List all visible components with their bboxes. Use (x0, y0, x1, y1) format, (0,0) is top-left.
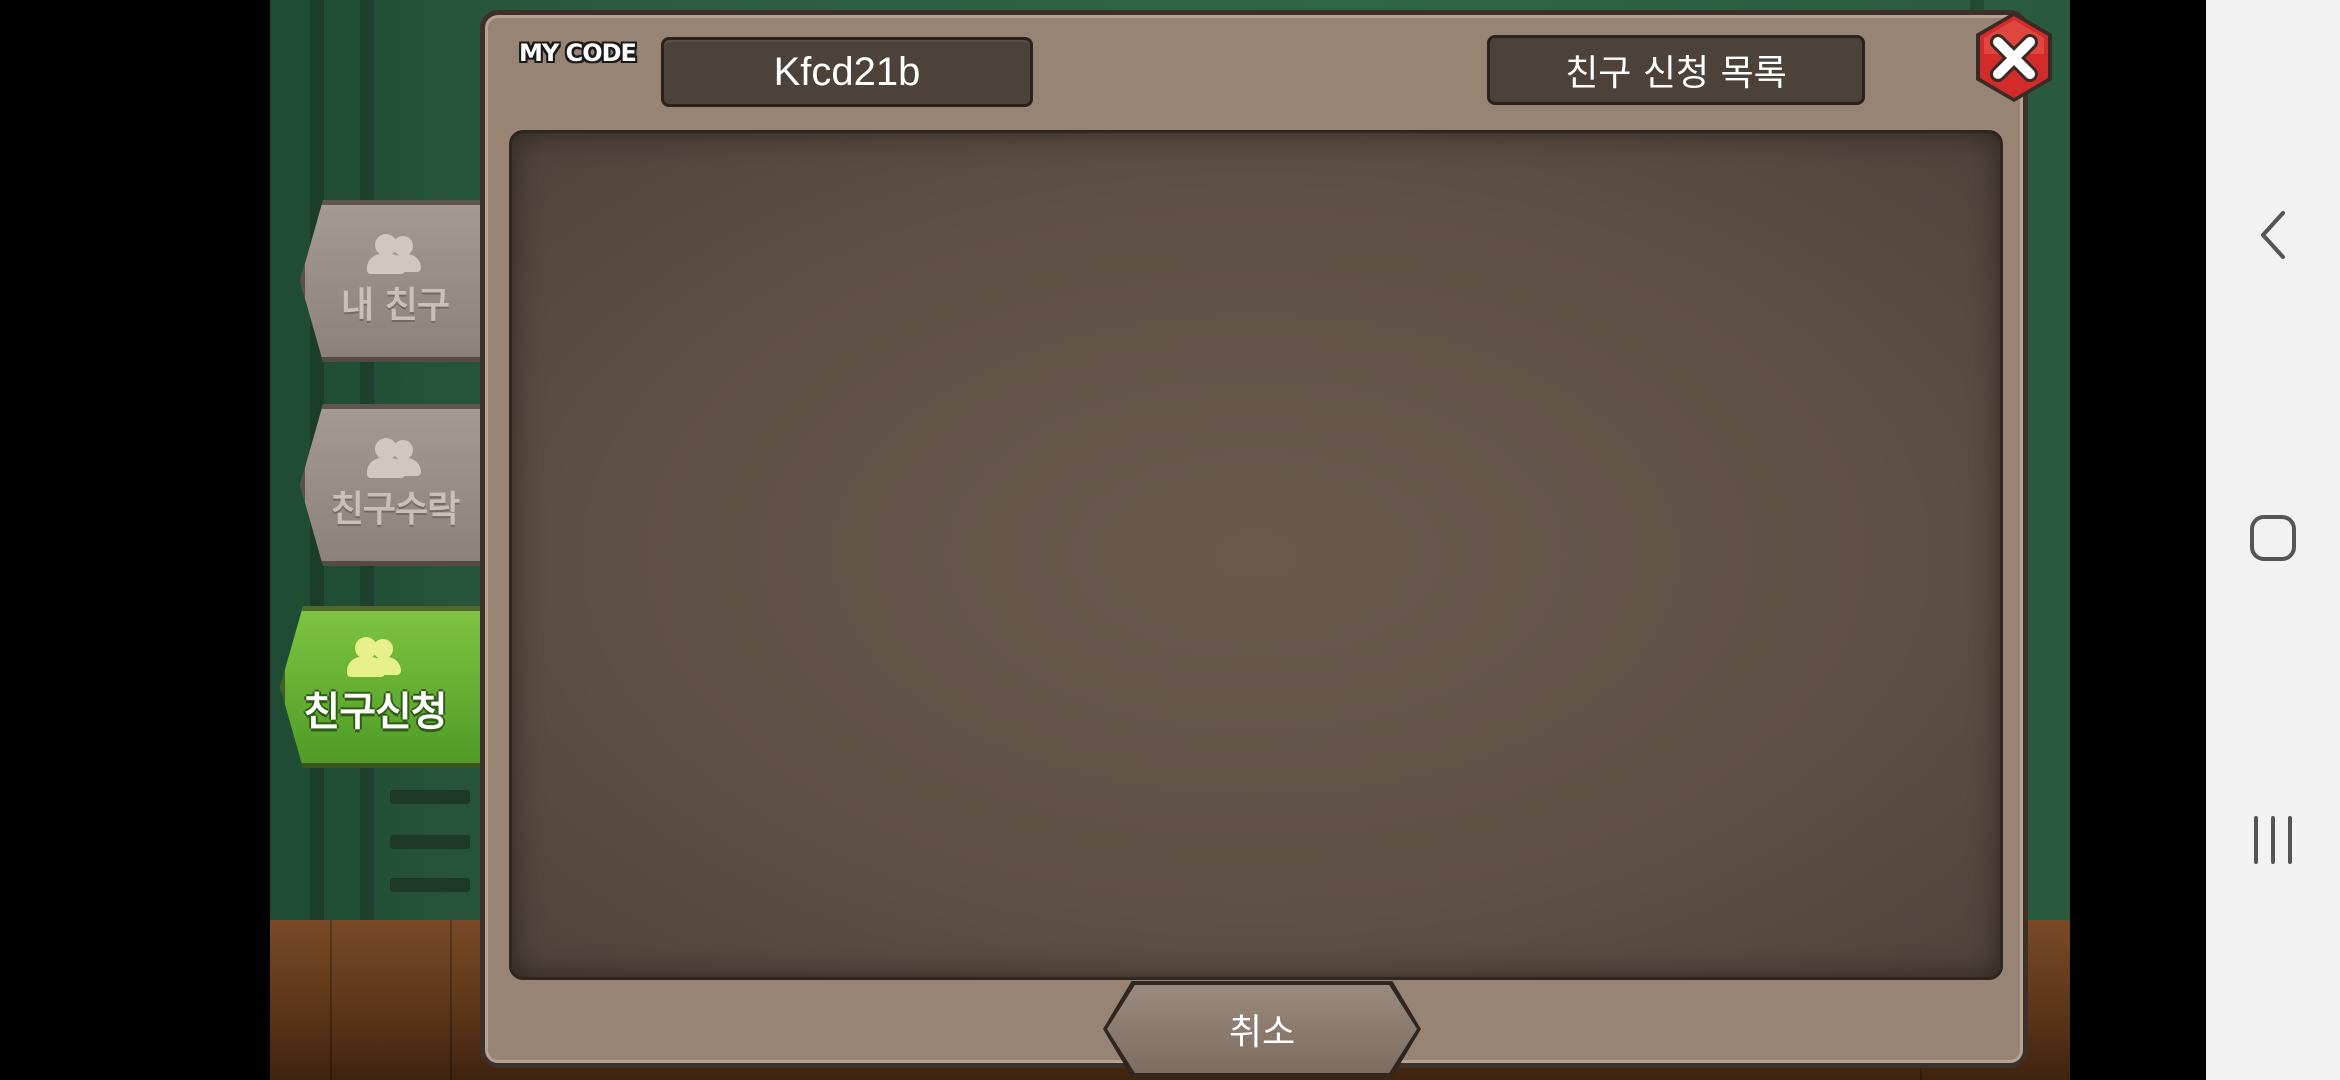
ladder-rung (390, 878, 470, 892)
recents-icon (2254, 816, 2292, 864)
screen: 내 친구 친구수락 친구신청 MY CODE Kfcd21b 친구 신청 목록 … (0, 0, 2340, 1080)
friend-request-dialog: MY CODE Kfcd21b 친구 신청 목록 취소 (480, 10, 2028, 1077)
tab-friend-request[interactable]: 친구신청 (280, 606, 510, 768)
back-chevron-icon (2261, 211, 2285, 259)
tab-label: 내 친구 (341, 285, 450, 326)
cancel-button-label: 취소 (1228, 1012, 1296, 1053)
ladder-rung (390, 835, 470, 849)
tab-label: 친구수락 (330, 489, 460, 530)
recents-button[interactable] (2239, 806, 2307, 874)
floor-board (450, 920, 452, 1080)
friend-request-list-label: 친구 신청 목록 (1565, 53, 1787, 94)
back-button[interactable] (2239, 201, 2307, 269)
floor-board (330, 920, 332, 1080)
cancel-button[interactable]: 취소 (1107, 985, 1417, 1073)
home-icon (2250, 515, 2296, 561)
tab-label: 친구신청 (303, 689, 447, 735)
ladder-rung (390, 790, 470, 804)
close-icon (1976, 12, 2052, 102)
my-code-field: Kfcd21b (661, 37, 1033, 107)
friends-icon (345, 637, 405, 677)
my-code-label: MY CODE (519, 39, 637, 67)
close-button[interactable] (1968, 8, 2060, 108)
system-nav-bar (2206, 0, 2340, 1080)
friends-icon (365, 234, 425, 274)
friends-icon (365, 438, 425, 478)
friend-request-list-button[interactable]: 친구 신청 목록 (1487, 35, 1865, 105)
request-list-area[interactable] (509, 130, 2003, 980)
home-button[interactable] (2239, 504, 2307, 572)
my-code-value: Kfcd21b (773, 49, 921, 94)
